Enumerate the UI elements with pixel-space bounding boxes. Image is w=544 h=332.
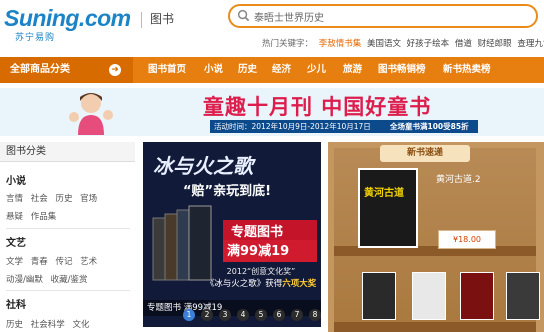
- sidebar-section-fiction[interactable]: 小说: [6, 172, 26, 187]
- sidebar-section-arts[interactable]: 文艺: [6, 234, 26, 249]
- nav-item-books-home[interactable]: 图书首页: [148, 57, 186, 83]
- search-input[interactable]: [254, 8, 524, 24]
- featured-cover-title: 黄河古道: [364, 188, 404, 199]
- sidebar-link[interactable]: 社会: [31, 194, 48, 204]
- sidebar-row: 文学 青春 传记 艺术: [6, 255, 102, 267]
- sidebar-link[interactable]: 文学: [6, 257, 23, 267]
- new-books-shelf: 新书速递 黄河古道 黄河古道.2 ¥18.00: [328, 142, 544, 332]
- promo-headline: 冰与火之歌: [153, 154, 253, 178]
- category-sidebar: 图书分类 小说 言情 社会 历史 官场 悬疑 作品集 文艺 文学 青春 传记 艺…: [0, 142, 135, 332]
- main-nav: 全部商品分类 ➜ 图书首页 小说 历史 经济 少儿 旅游 图书畅销榜 新书热卖榜: [0, 57, 544, 83]
- shelf-heading: 新书速递: [380, 145, 470, 162]
- sidebar-link[interactable]: 悬疑: [6, 212, 23, 222]
- nav-item-new-hot[interactable]: 新书热卖榜: [443, 57, 491, 83]
- sidebar-link[interactable]: 收藏/鉴赏: [51, 275, 88, 285]
- nav-item-children[interactable]: 少儿: [307, 57, 326, 83]
- sidebar-link[interactable]: 作品集: [31, 212, 57, 222]
- sidebar-link[interactable]: 动漫/幽默: [6, 275, 43, 285]
- carousel-dot[interactable]: 4: [237, 309, 249, 321]
- search-box[interactable]: [228, 4, 538, 28]
- sidebar-row: 言情 社会 历史 官场: [6, 192, 102, 204]
- sidebar-link[interactable]: 官场: [80, 194, 97, 204]
- nav-item-economics[interactable]: 经济: [272, 57, 291, 83]
- sidebar-link[interactable]: 青春: [31, 257, 48, 267]
- hot-keywords-label: 热门关键字：: [262, 39, 314, 49]
- nav-item-history[interactable]: 历史: [238, 57, 257, 83]
- promo-award-line-2: 《冰与火之歌》获得六项大奖: [203, 277, 319, 289]
- promo-topic-offer: 满99减19: [227, 244, 290, 259]
- sidebar-link[interactable]: 社会科学: [31, 320, 65, 330]
- sidebar-link[interactable]: 历史: [55, 194, 72, 204]
- promo-award-text: 《冰与火之歌》获得: [205, 279, 283, 289]
- promo-topic-title: 专题图书: [231, 225, 284, 240]
- promo-banner[interactable]: 童趣十月刊 中国好童书 活动时间：2012年10月9日-2012年10月17日 …: [0, 88, 544, 136]
- book-thumbnail[interactable]: [362, 272, 396, 320]
- nav-item-bestsellers[interactable]: 图书畅销榜: [378, 57, 426, 83]
- sidebar-link[interactable]: 传记: [55, 257, 72, 267]
- sidebar-divider: [6, 228, 130, 229]
- featured-book-price: ¥18.00: [438, 230, 496, 249]
- hot-keyword[interactable]: 美国语文: [367, 39, 401, 49]
- promo-award-line-1: 2012“创意文化奖”: [226, 267, 296, 276]
- hot-keywords: 热门关键字： 李敖情书集 美国语文 好孩子绘本 借道 财经郎眼 查理九世: [262, 37, 544, 49]
- hot-keyword[interactable]: 李敖情书集: [319, 39, 362, 49]
- all-categories-button[interactable]: 全部商品分类 ➜: [0, 57, 133, 83]
- page: Suning.com 苏宁易购 图书 热门关键字： 李敖情书集 美国语文 好孩子…: [0, 0, 544, 332]
- arrow-right-icon: ➜: [109, 64, 121, 76]
- sidebar-heading: 图书分类: [0, 142, 135, 162]
- nav-item-travel[interactable]: 旅游: [343, 57, 362, 83]
- hot-keyword[interactable]: 查理九世: [517, 39, 544, 49]
- banner-title: 童趣十月刊 中国好童书: [203, 95, 432, 119]
- nav-item-fiction[interactable]: 小说: [204, 57, 223, 83]
- promo-tagline: “赔”亲玩到底!: [183, 184, 272, 199]
- suning-logo[interactable]: Suning.com 苏宁易购: [4, 5, 136, 43]
- promo-award-highlight: 六项大奖: [282, 279, 317, 289]
- banner-discount: 全场童书满100受85折: [390, 122, 469, 131]
- sidebar-row: 历史 社会科学 文化: [6, 318, 94, 330]
- featured-book-cover[interactable]: 黄河古道: [358, 168, 418, 248]
- logo-text: Suning.com: [4, 5, 131, 31]
- hot-keyword[interactable]: 借道: [455, 39, 472, 49]
- book-thumbnail[interactable]: [506, 272, 540, 320]
- carousel-dot[interactable]: 1: [183, 309, 195, 321]
- book-thumbnail[interactable]: [460, 272, 494, 320]
- sidebar-link[interactable]: 言情: [6, 194, 23, 204]
- carousel-dot[interactable]: 8: [309, 309, 321, 321]
- sidebar-row: 悬疑 作品集: [6, 210, 61, 222]
- site-header: Suning.com 苏宁易购 图书 热门关键字： 李敖情书集 美国语文 好孩子…: [0, 0, 544, 56]
- sidebar-link[interactable]: 历史: [6, 320, 23, 330]
- carousel-dot[interactable]: 5: [255, 309, 267, 321]
- all-categories-label: 全部商品分类: [10, 64, 70, 75]
- hot-keyword[interactable]: 财经郎眼: [478, 39, 512, 49]
- banner-date: 活动时间：2012年10月9日-2012年10月17日: [214, 122, 371, 131]
- carousel-dot[interactable]: 3: [219, 309, 231, 321]
- sidebar-link[interactable]: 艺术: [80, 257, 97, 267]
- sidebar-section-social[interactable]: 社科: [6, 296, 26, 311]
- featured-book-title[interactable]: 黄河古道.2: [436, 172, 481, 185]
- book-thumbnail[interactable]: [412, 272, 446, 320]
- sidebar-row: 动漫/幽默 收藏/鉴赏: [6, 273, 92, 285]
- channel-title: 图书: [150, 12, 175, 26]
- shelf-board: [334, 322, 536, 332]
- sidebar-divider: [6, 290, 130, 291]
- logo-subtitle: 苏宁易购: [15, 33, 56, 43]
- promo-carousel[interactable]: 冰与火之歌 “赔”亲玩到底! 专题图书 满99减19 2012“创意文化奖” 《…: [143, 142, 321, 327]
- carousel-dot[interactable]: 7: [291, 309, 303, 321]
- sidebar-link[interactable]: 文化: [72, 320, 89, 330]
- carousel-dot[interactable]: 6: [273, 309, 285, 321]
- carousel-dot[interactable]: 2: [201, 309, 213, 321]
- hot-keyword[interactable]: 好孩子绘本: [407, 39, 450, 49]
- child-illustration: [69, 93, 113, 135]
- header-divider: [141, 12, 142, 28]
- search-icon[interactable]: [237, 9, 250, 22]
